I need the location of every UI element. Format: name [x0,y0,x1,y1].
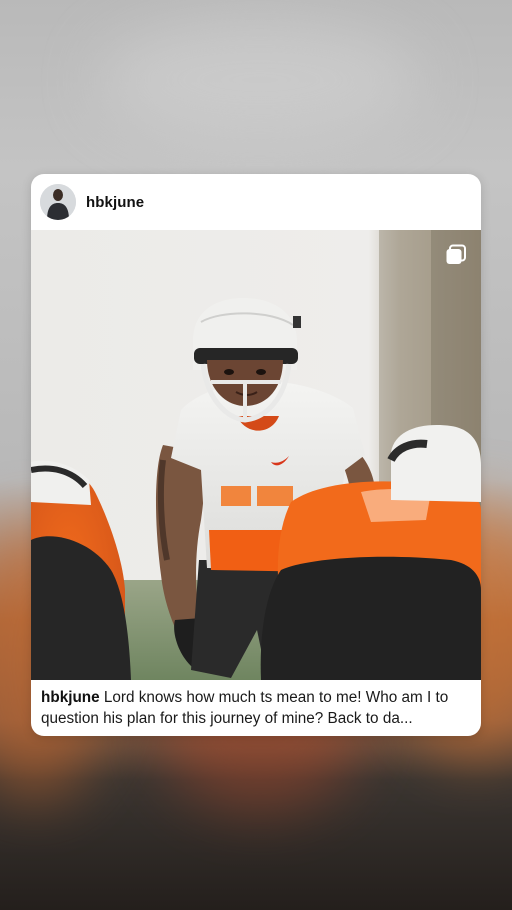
caption-username[interactable]: hbkjune [41,689,100,706]
post-caption[interactable]: hbkjune Lord knows how much ts mean to m… [31,680,481,736]
username[interactable]: hbkjune [86,194,144,211]
post-card[interactable]: hbkjune hbkjune Lord knows how much ts m… [31,174,481,736]
avatar[interactable] [40,184,76,220]
post-header: hbkjune [31,174,481,230]
multiple-photos-icon [445,244,467,266]
post-photo[interactable] [31,230,481,680]
backdrop-blur-top [100,20,420,140]
caption-text: Lord knows how much ts mean to me! Who a… [41,689,449,727]
